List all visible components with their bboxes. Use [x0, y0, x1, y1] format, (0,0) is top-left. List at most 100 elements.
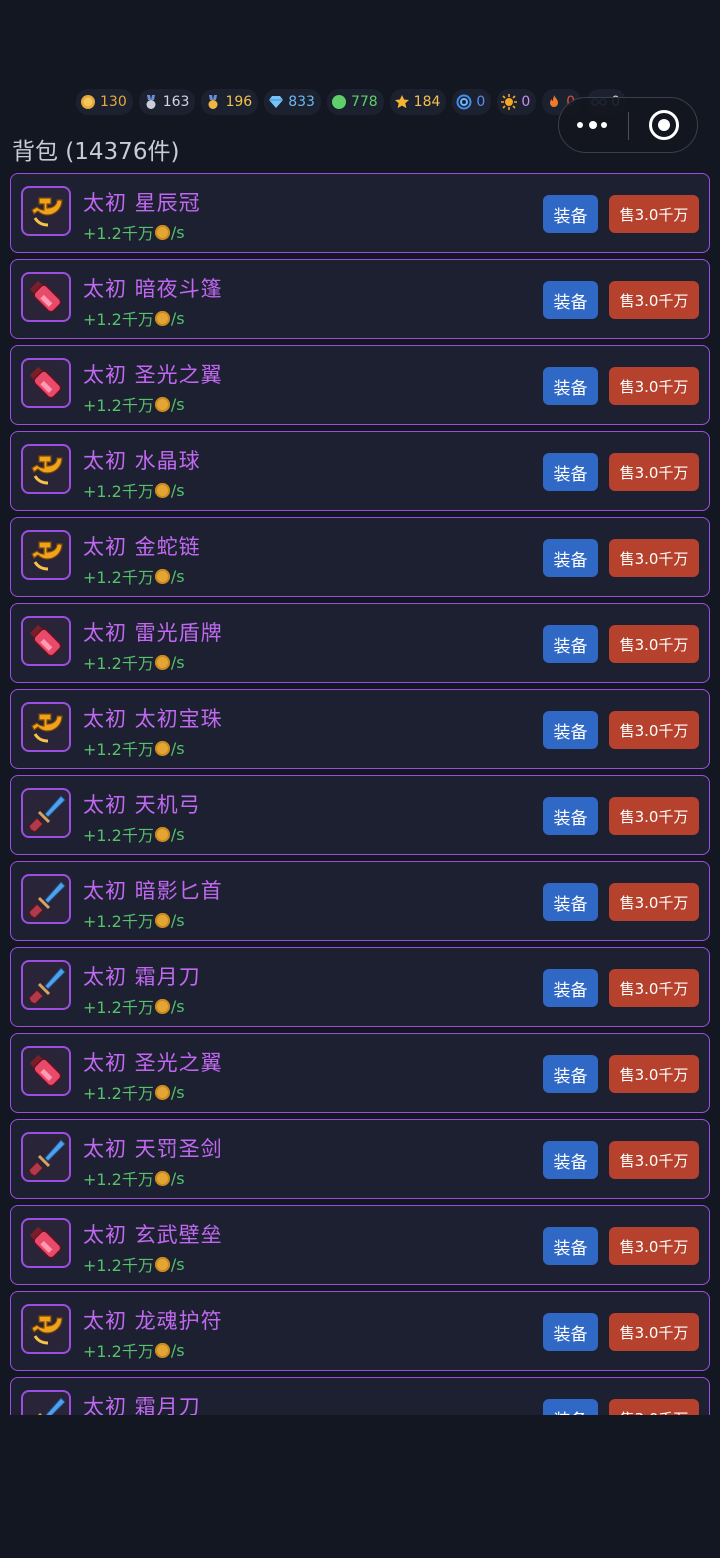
- currency-value: 184: [413, 94, 441, 110]
- rate-unit: /s: [170, 1082, 185, 1102]
- more-menu-icon[interactable]: [577, 114, 615, 136]
- close-target-icon[interactable]: [649, 110, 679, 140]
- sell-button[interactable]: 售3.0千万: [609, 797, 699, 835]
- inventory-item[interactable]: 太初 天机弓 +1.2千万/s 装备 售3.0千万: [10, 775, 710, 855]
- inventory-item[interactable]: 太初 天罚圣剑 +1.2千万/s 装备 售3.0千万: [10, 1119, 710, 1199]
- inventory-item[interactable]: 太初 金蛇链 +1.2千万/s 装备 售3.0千万: [10, 517, 710, 597]
- equip-button[interactable]: 装备: [543, 1141, 598, 1179]
- red-potion-icon: [23, 274, 69, 320]
- currency-value: 833: [288, 94, 315, 110]
- item-rate: +1.2千万/s: [83, 306, 185, 330]
- equip-button[interactable]: 装备: [543, 1227, 598, 1265]
- equip-button[interactable]: 装备: [543, 1313, 598, 1351]
- currency-chip: 130: [76, 89, 133, 115]
- inventory-item[interactable]: 太初 暗影匕首 +1.2千万/s 装备 售3.0千万: [10, 861, 710, 941]
- inventory-list[interactable]: 太初 星辰冠 +1.2千万/s 装备 售3.0千万 太初 暗夜斗篷 +1.2千万/s 装备售…: [10, 173, 710, 1415]
- sell-button[interactable]: 售3.0千万: [609, 883, 699, 921]
- item-thumbnail: [21, 272, 71, 322]
- equip-button[interactable]: 装备: [543, 711, 598, 749]
- equip-button[interactable]: 装备: [543, 797, 598, 835]
- item-rate: +1.2千万/s: [83, 1166, 185, 1190]
- inventory-item[interactable]: 太初 圣光之翼 +1.2千万/s 装备 售3.0千万: [10, 1033, 710, 1113]
- star-icon: [394, 94, 410, 110]
- rate-unit: /s: [170, 738, 185, 758]
- rate-value: +1.2千万: [83, 1170, 154, 1189]
- equip-button[interactable]: 装备: [543, 883, 598, 921]
- gold-coin-icon: [154, 1342, 170, 1358]
- golden-anchor-icon: [23, 188, 69, 234]
- swirl-icon: [456, 94, 472, 110]
- rate-unit: /s: [170, 996, 185, 1016]
- item-name: 太初 龙魂护符: [83, 1309, 223, 1333]
- equip-button[interactable]: 装备: [543, 1055, 598, 1093]
- inventory-item[interactable]: 太初 龙魂护符 +1.2千万/s 装备 售3.0千万: [10, 1291, 710, 1371]
- sell-button[interactable]: 售3.0千万: [609, 1313, 699, 1351]
- sell-button[interactable]: 售3.0千万: [609, 711, 699, 749]
- sell-button[interactable]: 售3.0千万: [609, 281, 699, 319]
- item-name: 太初 玄武壁垒: [83, 1223, 223, 1247]
- currency-value: 0: [476, 94, 486, 110]
- diamond-icon: [268, 94, 284, 110]
- item-rate: +1.2千万/s: [83, 822, 185, 846]
- sell-button[interactable]: 售3.0千万: [609, 1141, 699, 1179]
- item-thumbnail: [21, 1304, 71, 1354]
- equip-button[interactable]: 装备: [543, 453, 598, 491]
- currency-chip: 0: [452, 89, 492, 115]
- sell-button[interactable]: 售3.0千万: [609, 367, 699, 405]
- rate-value: +1.2千万: [83, 310, 154, 329]
- blue-sword-icon: [23, 1392, 69, 1415]
- rate-value: +1.2千万: [83, 1256, 154, 1275]
- rate-value: +1.2千万: [83, 826, 154, 845]
- blue-sword-icon: [23, 876, 69, 922]
- page-title: 背包 (14376件): [12, 139, 180, 165]
- sell-button[interactable]: 售3.0千万: [609, 969, 699, 1007]
- inventory-item[interactable]: 太初 暗夜斗篷 +1.2千万/s 装备 售3.0千万: [10, 259, 710, 339]
- inventory-item[interactable]: 太初 星辰冠 +1.2千万/s 装备 售3.0千万: [10, 173, 710, 253]
- inventory-item[interactable]: 太初 雷光盾牌 +1.2千万/s 装备 售3.0千万: [10, 603, 710, 683]
- item-name: 太初 太初宝珠: [83, 707, 223, 731]
- equip-button[interactable]: 装备: [543, 281, 598, 319]
- sell-button[interactable]: 售3.0千万: [609, 625, 699, 663]
- rate-unit: /s: [170, 824, 185, 844]
- rate-value: +1.2千万: [83, 396, 154, 415]
- rate-unit: /s: [170, 222, 185, 242]
- currency-bar: 1301631968337781840000: [76, 89, 627, 115]
- sell-button[interactable]: 售3.0千万: [609, 1055, 699, 1093]
- gold-coin-icon: [154, 396, 170, 412]
- sell-button[interactable]: 售3.0千万: [609, 1399, 699, 1415]
- gold-coin-icon: [154, 482, 170, 498]
- inventory-item[interactable]: 太初 霜月刀+1.2千万/s装备售3.0千万: [10, 947, 710, 1027]
- inventory-item[interactable]: 太初 圣光之翼 +1.2千万/s 装备 售3.0千万: [10, 345, 710, 425]
- item-rate: +1.2千万/s: [83, 220, 185, 244]
- item-thumbnail: [21, 530, 71, 580]
- inventory-item[interactable]: 太初 玄武壁垒 +1.2千万/s 装备 售3.0千万: [10, 1205, 710, 1285]
- rate-unit: /s: [170, 1340, 185, 1360]
- inventory-item[interactable]: 太初 太初宝珠 +1.2千万/s 装备 售3.0千万: [10, 689, 710, 769]
- sell-button[interactable]: 售3.0千万: [609, 1227, 699, 1265]
- equip-button[interactable]: 装备: [543, 1399, 598, 1415]
- red-potion-icon: [23, 360, 69, 406]
- equip-button[interactable]: 装备: [543, 367, 598, 405]
- inventory-item[interactable]: 太初 霜月刀+1.2千万/s装备售3.0千万: [10, 1377, 710, 1415]
- equip-button[interactable]: 装备: [543, 625, 598, 663]
- sell-button[interactable]: 售3.0千万: [609, 195, 699, 233]
- golden-anchor-icon: [23, 1306, 69, 1352]
- sell-button[interactable]: 售3.0千万: [609, 539, 699, 577]
- item-rate: +1.2千万/s: [83, 1338, 185, 1362]
- gold-coin-icon: [154, 1256, 170, 1272]
- item-thumbnail: [21, 1046, 71, 1096]
- inventory-item[interactable]: 太初 水晶球 +1.2千万/s 装备 售3.0千万: [10, 431, 710, 511]
- currency-value: 163: [162, 94, 190, 110]
- equip-button[interactable]: 装备: [543, 195, 598, 233]
- item-rate: +1.2千万/s: [83, 1080, 185, 1104]
- item-rate: +1.2千万/s: [83, 564, 185, 588]
- sell-button[interactable]: 售3.0千万: [609, 453, 699, 491]
- capsule-divider: [628, 112, 629, 140]
- red-potion-icon: [23, 618, 69, 664]
- fire-icon: [546, 94, 562, 110]
- equip-button[interactable]: 装备: [543, 969, 598, 1007]
- currency-value: 130: [100, 94, 127, 110]
- gold-coin-icon: [154, 912, 170, 928]
- equip-button[interactable]: 装备: [543, 539, 598, 577]
- rate-unit: /s: [170, 1254, 185, 1274]
